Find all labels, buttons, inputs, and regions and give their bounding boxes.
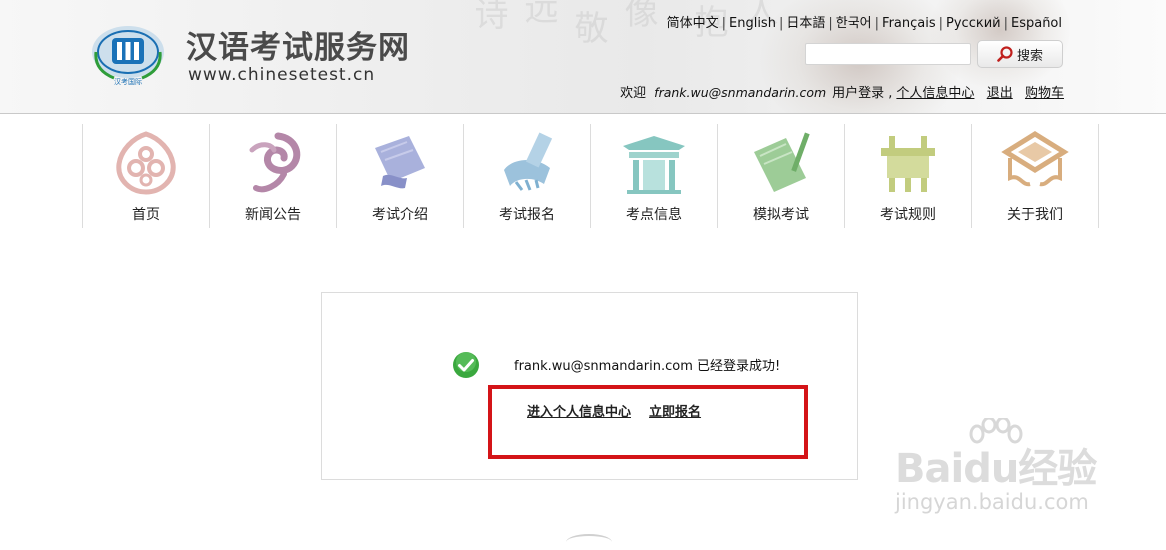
nav-label: 新闻公告	[245, 207, 301, 223]
user-email: frank.wu@snmandarin.com	[654, 85, 827, 100]
nav-label: 考试规则	[880, 207, 936, 223]
register-icon	[504, 132, 553, 191]
news-icon	[249, 132, 301, 193]
lang-ru[interactable]: Русский	[946, 16, 1001, 31]
site-logo-url: www.chinesetest.cn	[188, 65, 376, 85]
login-success-message: frank.wu@snmandarin.com 已经登录成功!	[514, 359, 781, 374]
scroll-icon	[375, 136, 425, 189]
watermark-brand: Baidu经验	[895, 446, 1097, 492]
nav-item-exam-rules[interactable]: 考试规则	[844, 124, 971, 228]
site-logo-title[interactable]: 汉语考试服务网	[186, 22, 410, 67]
baidu-jingyan-watermark: Baidu经验 jingyan.baidu.com	[893, 418, 1113, 520]
nav-item-news[interactable]: 新闻公告	[209, 124, 336, 228]
nav-item-mock-exam[interactable]: 模拟考试	[717, 124, 844, 228]
ding-vessel-icon	[881, 136, 935, 192]
site-header: 诗 远 敬 像 抱 人 汉考国际 汉语考试服务网 www.chinesetest…	[0, 0, 1166, 114]
home-icon	[116, 131, 176, 195]
main-nav: 首页 新闻公告 考试介绍 考试报名 考点信息 模拟考试 考试规则 关于我们	[82, 124, 1099, 228]
profile-center-link[interactable]: 个人信息中心	[896, 86, 974, 101]
calligraphy-decoration: 敬	[568, 10, 608, 44]
language-switcher: 简体中文 | English | 日本語 | 한국어 | Français | Русский | Es…	[666, 16, 1062, 31]
lang-es[interactable]: Español	[1011, 16, 1062, 31]
hanban-emblem-icon: 汉考国际	[92, 26, 164, 86]
welcome-text: 欢迎	[620, 86, 647, 101]
nav-item-exam-intro[interactable]: 考试介绍	[336, 124, 463, 228]
login-label: 用户登录 ,	[832, 86, 893, 101]
nav-label: 考点信息	[626, 207, 682, 223]
nav-item-test-centers[interactable]: 考点信息	[590, 124, 717, 228]
lang-en[interactable]: English	[729, 16, 776, 31]
user-bar: 欢迎 frank.wu@snmandarin.com 用户登录 , 个人信息中心 退出…	[620, 82, 1064, 101]
search-input[interactable]	[805, 43, 971, 65]
lang-zh-cn[interactable]: 简体中文	[667, 16, 719, 31]
cart-link[interactable]: 购物车	[1025, 86, 1064, 101]
about-icon	[1001, 131, 1069, 187]
nav-label: 考试报名	[499, 207, 555, 223]
nav-label: 首页	[132, 207, 160, 223]
success-check-icon	[453, 352, 479, 378]
decorative-arc	[566, 534, 612, 550]
calligraphy-decoration: 诗	[468, 0, 508, 30]
search-button-label: 搜索	[1016, 48, 1043, 64]
nav-item-home[interactable]: 首页	[82, 124, 209, 228]
watermark-url: jingyan.baidu.com	[895, 490, 1089, 514]
logout-link[interactable]: 退出	[987, 86, 1013, 101]
search-icon	[997, 46, 1013, 62]
emblem-text: 汉考国际	[114, 77, 142, 86]
lang-ko[interactable]: 한국어	[836, 16, 872, 31]
lang-ja[interactable]: 日本語	[786, 16, 825, 31]
calligraphy-decoration: 像	[618, 0, 658, 28]
nav-label: 关于我们	[1007, 207, 1063, 223]
nav-item-about-us[interactable]: 关于我们	[971, 124, 1099, 228]
red-highlight-annotation	[488, 385, 808, 459]
search-button[interactable]: 搜索	[977, 40, 1063, 68]
mock-exam-icon	[754, 132, 810, 192]
nav-item-exam-registration[interactable]: 考试报名	[463, 124, 590, 228]
nav-label: 模拟考试	[753, 207, 809, 223]
lang-fr[interactable]: Français	[882, 16, 936, 31]
pavilion-icon	[623, 136, 685, 194]
nav-label: 考试介绍	[372, 207, 428, 223]
calligraphy-decoration: 远	[518, 0, 558, 24]
